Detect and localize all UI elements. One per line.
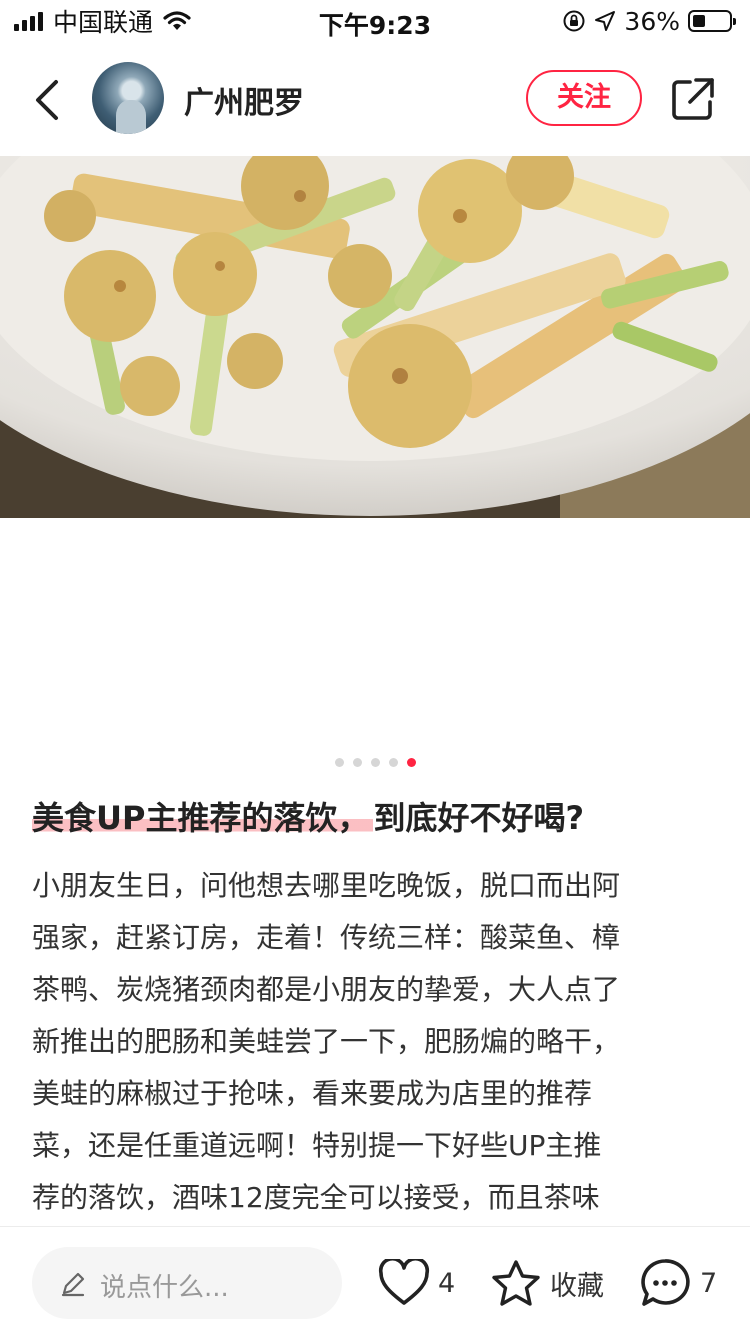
post-body: 小朋友生日，问他想去哪里吃晚饭，脱口而出阿 强家，赶紧订房，走着！传统三样：酸菜… — [32, 860, 722, 1218]
carousel-dot[interactable] — [388, 758, 398, 767]
avatar[interactable] — [92, 62, 164, 134]
share-icon[interactable] — [670, 76, 716, 122]
post-body-line: 新推出的肥肠和美蛙尝了一下，肥肠煸的略干， — [32, 1025, 621, 1058]
comment-placeholder: 说点什么... — [100, 1273, 229, 1303]
like-button[interactable]: 4 — [378, 1257, 455, 1309]
carousel-indicator[interactable] — [0, 758, 750, 767]
carousel-dot[interactable] — [334, 758, 344, 767]
post-body-line: 小朋友生日，问他想去哪里吃晚饭，脱口而出阿 — [32, 869, 621, 902]
like-count: 4 — [438, 1267, 456, 1299]
favorite-label: 收藏 — [550, 1270, 604, 1302]
comments-button[interactable]: 7 — [638, 1257, 717, 1309]
post-detail-screen: 中国联通 下午9:23 36% 广州肥罗 关注 美食UP主推荐的落饮， 到底好不… — [0, 0, 750, 1334]
nav-bar: 广州肥罗 关注 — [0, 40, 750, 156]
post-body-line: 茶鸭、炭烧猪颈肉都是小朋友的挚爱，大人点了 — [32, 973, 621, 1006]
post-body-line: 美蛙的麻椒过于抢味，看来要成为店里的推荐 — [32, 1077, 593, 1110]
battery-percent: 36% — [624, 6, 680, 36]
post-title-rest: 到底好不好喝? — [373, 799, 585, 837]
comment-input[interactable]: 说点什么... — [32, 1247, 342, 1319]
bottom-action-bar: 说点什么... 4 收藏 7 — [0, 1226, 750, 1334]
post-body-line: 荐的落饮，酒味12度完全可以接受，而且茶味 — [32, 1181, 600, 1214]
post-body-line: 菜，还是任重道远啊！特别提一下好些UP主推 — [32, 1129, 602, 1162]
post-title: 美食UP主推荐的落饮， 到底好不好喝? — [32, 794, 722, 842]
status-right: 36% — [562, 6, 736, 36]
heart-icon — [378, 1259, 430, 1305]
location-icon — [595, 11, 616, 31]
carousel-dot[interactable] — [370, 758, 380, 767]
star-icon — [492, 1260, 540, 1306]
pencil-icon — [61, 1272, 85, 1297]
comment-bubble-icon — [641, 1259, 690, 1306]
comment-count: 7 — [700, 1267, 718, 1299]
back-icon[interactable] — [28, 78, 68, 122]
post-title-highlight: 美食UP主推荐的落饮， — [32, 799, 374, 837]
carousel-dot-active[interactable] — [406, 758, 416, 767]
post-body-line: 强家，赶紧订房，走着！传统三样：酸菜鱼、樟 — [32, 921, 621, 954]
battery-icon — [688, 10, 736, 32]
author-name[interactable]: 广州肥罗 — [184, 78, 304, 122]
favorite-button[interactable]: 收藏 — [490, 1257, 604, 1309]
status-bar: 中国联通 下午9:23 36% — [0, 0, 750, 40]
post-photo[interactable] — [0, 156, 750, 518]
food-image — [0, 156, 750, 518]
follow-button[interactable]: 关注 — [526, 70, 642, 126]
rotation-lock-icon — [563, 10, 585, 32]
carousel-dot[interactable] — [352, 758, 362, 767]
